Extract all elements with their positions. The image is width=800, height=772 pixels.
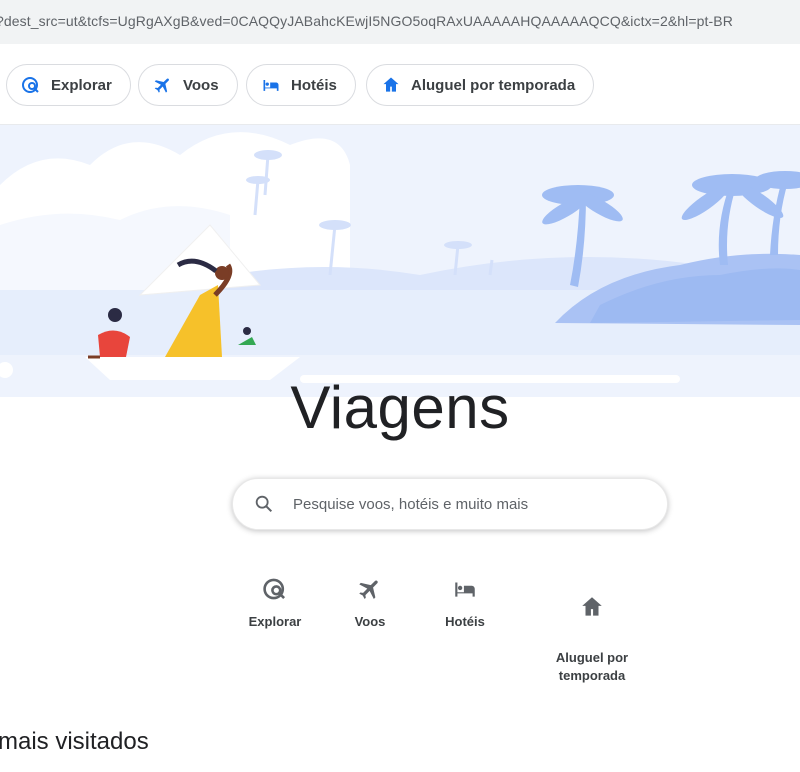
explore-icon (21, 75, 41, 95)
home-icon (578, 593, 606, 621)
address-bar[interactable]: ?dest_src=ut&tcfs=UgRgAXgB&ved=0CAQQyJAB… (0, 0, 800, 45)
explore-icon (261, 575, 289, 603)
search-input[interactable] (291, 494, 635, 514)
quick-link-explorar[interactable]: Explorar (220, 575, 330, 631)
search-icon[interactable] (253, 493, 275, 515)
tab-label: Hotéis (291, 76, 337, 94)
hotel-icon (261, 75, 281, 95)
flight-icon (356, 575, 384, 603)
quick-link-label: Hotéis (445, 614, 485, 629)
quick-link-aluguel[interactable]: Aluguel por temporada (537, 575, 647, 703)
page-title: Viagens (290, 374, 510, 441)
quick-link-voos[interactable]: Voos (315, 575, 425, 631)
tab-voos[interactable]: Voos (138, 64, 238, 106)
search-box[interactable] (232, 478, 668, 530)
quick-link-label: Explorar (248, 614, 302, 629)
tab-aluguel[interactable]: Aluguel por temporada (366, 64, 595, 106)
home-icon (381, 75, 401, 95)
tab-label: Aluguel por temporada (411, 76, 576, 94)
tab-explorar[interactable]: Explorar (6, 64, 131, 106)
hero-illustration (0, 125, 800, 397)
flight-icon (153, 75, 173, 95)
hotel-icon (451, 575, 479, 603)
tab-label: Voos (183, 76, 219, 94)
tab-label: Explorar (51, 76, 112, 94)
url-text[interactable]: ?dest_src=ut&tcfs=UgRgAXgB&ved=0CAQQyJAB… (0, 13, 733, 29)
quick-link-label: Aluguel por temporada (555, 650, 629, 683)
tab-hoteis[interactable]: Hotéis (246, 64, 356, 106)
top-nav: Explorar Voos Hotéis Aluguel por tempora… (0, 44, 800, 125)
quick-link-label: Voos (354, 614, 386, 629)
section-title: mais visitados (0, 728, 149, 755)
quick-link-hoteis[interactable]: Hotéis (410, 575, 520, 631)
